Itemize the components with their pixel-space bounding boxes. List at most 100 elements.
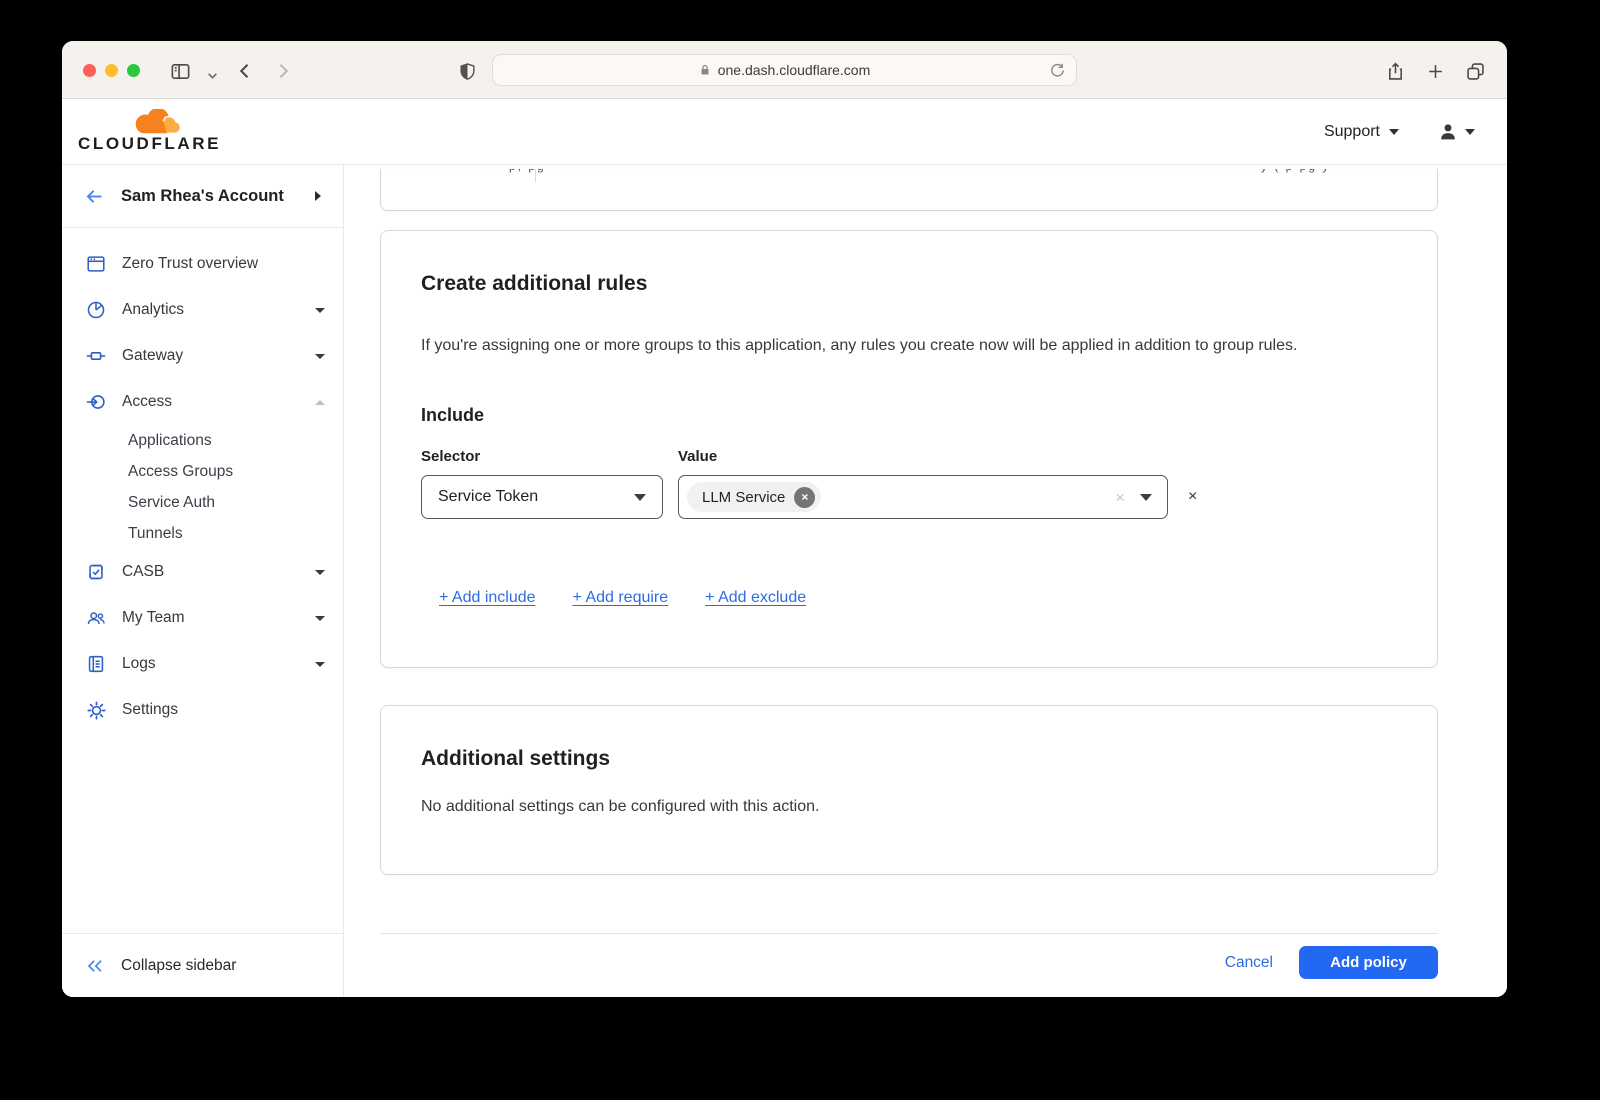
value-tag: LLM Service × [687, 482, 821, 512]
sidebar-item-label: CASB [122, 563, 164, 581]
remove-rule-button[interactable]: × [1188, 489, 1197, 505]
sidebar: Sam Rhea's Account Zero Trust overview [62, 165, 344, 997]
chevron-down-icon [315, 308, 325, 313]
card-description: If you're assigning one or more groups t… [421, 335, 1397, 357]
lock-icon [699, 63, 711, 77]
user-menu[interactable] [1437, 121, 1475, 143]
sidebar-item-casb[interactable]: CASB [62, 549, 343, 595]
overview-window-icon [85, 253, 107, 275]
sidebar-item-zero-trust-overview[interactable]: Zero Trust overview [62, 241, 343, 287]
close-window-button[interactable] [83, 64, 96, 77]
sidebar-subitem-label: Service Auth [128, 494, 215, 512]
log-document-icon [85, 653, 107, 675]
footer-divider [380, 933, 1438, 934]
add-exclude-link[interactable]: + Add exclude [705, 589, 806, 607]
sidebar-chevron-down-icon[interactable] [199, 62, 225, 88]
settings-body-text: No additional settings can be configured… [421, 796, 1397, 818]
traffic-lights [83, 64, 140, 77]
card-title: Create additional rules [421, 271, 1397, 297]
gateway-node-icon [85, 345, 107, 367]
browser-window: one.dash.cloudflare.com [62, 41, 1507, 997]
additional-settings-card: Additional settings No additional settin… [380, 705, 1438, 875]
user-avatar-icon [1437, 121, 1459, 143]
support-label: Support [1324, 123, 1380, 141]
clipped-text: p, pg [509, 169, 546, 173]
clipped-divider [535, 169, 536, 182]
value-multiselect[interactable]: LLM Service × × [678, 475, 1168, 519]
chevron-down-icon [315, 662, 325, 667]
tab-overview-icon[interactable] [1462, 58, 1488, 84]
chevron-down-icon [315, 570, 325, 575]
share-icon[interactable] [1382, 58, 1408, 84]
access-login-arrow-icon [85, 391, 107, 413]
new-tab-icon[interactable] [1422, 58, 1448, 84]
sidebar-item-analytics[interactable]: Analytics [62, 287, 343, 333]
sidebar-item-tunnels[interactable]: Tunnels [62, 518, 343, 549]
cloudflare-cloud-icon [130, 109, 184, 136]
sidebar-subitem-label: Applications [128, 432, 212, 450]
selector-dropdown[interactable]: Service Token [421, 475, 663, 519]
forward-button[interactable] [270, 58, 296, 84]
sidebar-item-applications[interactable]: Applications [62, 425, 343, 456]
sidebar-item-access[interactable]: Access [62, 379, 343, 425]
check-square-sync-icon [85, 561, 107, 583]
chevron-down-icon [634, 494, 646, 501]
browser-toolbar: one.dash.cloudflare.com [62, 41, 1507, 99]
value-tag-label: LLM Service [702, 489, 785, 506]
address-bar[interactable]: one.dash.cloudflare.com [492, 54, 1077, 86]
sidebar-subitem-label: Access Groups [128, 463, 233, 481]
cancel-button[interactable]: Cancel [1225, 954, 1273, 972]
add-policy-button[interactable]: Add policy [1299, 946, 1438, 979]
access-submenu: Applications Access Groups Service Auth … [62, 425, 343, 549]
remove-tag-button[interactable]: × [794, 487, 815, 508]
chevron-down-icon [315, 616, 325, 621]
sidebar-item-label: Logs [122, 655, 156, 673]
selector-selected-value: Service Token [438, 488, 538, 506]
support-menu[interactable]: Support [1324, 123, 1399, 141]
chevron-down-icon [1465, 129, 1475, 135]
cloudflare-wordmark: CLOUDFLARE [78, 134, 221, 154]
chevron-up-icon [315, 400, 325, 405]
sidebar-item-label: Access [122, 393, 172, 411]
sidebar-item-gateway[interactable]: Gateway [62, 333, 343, 379]
chevron-down-icon [1389, 129, 1399, 135]
back-arrow-icon[interactable] [84, 186, 105, 207]
sidebar-toggle-icon[interactable] [167, 58, 193, 84]
chevron-right-icon[interactable] [315, 191, 321, 201]
clipped-text: y ( p pg y [1261, 169, 1330, 173]
selector-label: Selector [421, 447, 678, 466]
account-switcher[interactable]: Sam Rhea's Account [62, 165, 343, 228]
value-label: Value [678, 447, 717, 466]
url-text: one.dash.cloudflare.com [718, 62, 871, 78]
sidebar-item-label: Analytics [122, 301, 184, 319]
clear-value-button[interactable]: × [1115, 489, 1125, 506]
form-footer: Cancel Add policy [380, 946, 1438, 979]
add-include-link[interactable]: + Add include [439, 589, 536, 607]
include-heading: Include [421, 403, 1397, 427]
add-require-link[interactable]: + Add require [573, 589, 669, 607]
privacy-shield-icon[interactable] [454, 58, 480, 84]
account-name: Sam Rhea's Account [121, 187, 284, 206]
sidebar-item-access-groups[interactable]: Access Groups [62, 456, 343, 487]
sidebar-item-label: My Team [122, 609, 185, 627]
create-additional-rules-card: Create additional rules If you're assign… [380, 230, 1438, 668]
sidebar-item-service-auth[interactable]: Service Auth [62, 487, 343, 518]
card-title: Additional settings [421, 746, 1397, 772]
sidebar-item-settings[interactable]: Settings [62, 687, 343, 733]
sidebar-item-logs[interactable]: Logs [62, 641, 343, 687]
chevron-down-icon[interactable] [1140, 494, 1152, 501]
collapse-sidebar-label: Collapse sidebar [121, 957, 236, 975]
sidebar-item-label: Settings [122, 701, 178, 719]
sidebar-subitem-label: Tunnels [128, 525, 183, 543]
zoom-window-button[interactable] [127, 64, 140, 77]
app-header: CLOUDFLARE Support [62, 99, 1507, 165]
scrolled-card-remnant: p, pg y ( p pg y [380, 169, 1438, 211]
sidebar-item-my-team[interactable]: My Team [62, 595, 343, 641]
minimize-window-button[interactable] [105, 64, 118, 77]
collapse-sidebar-button[interactable]: Collapse sidebar [62, 933, 343, 997]
back-button[interactable] [232, 58, 258, 84]
double-chevron-left-icon [86, 957, 104, 975]
cloudflare-logo[interactable]: CLOUDFLARE [78, 109, 221, 154]
reload-icon[interactable] [1049, 62, 1066, 84]
pie-chart-icon [85, 299, 107, 321]
